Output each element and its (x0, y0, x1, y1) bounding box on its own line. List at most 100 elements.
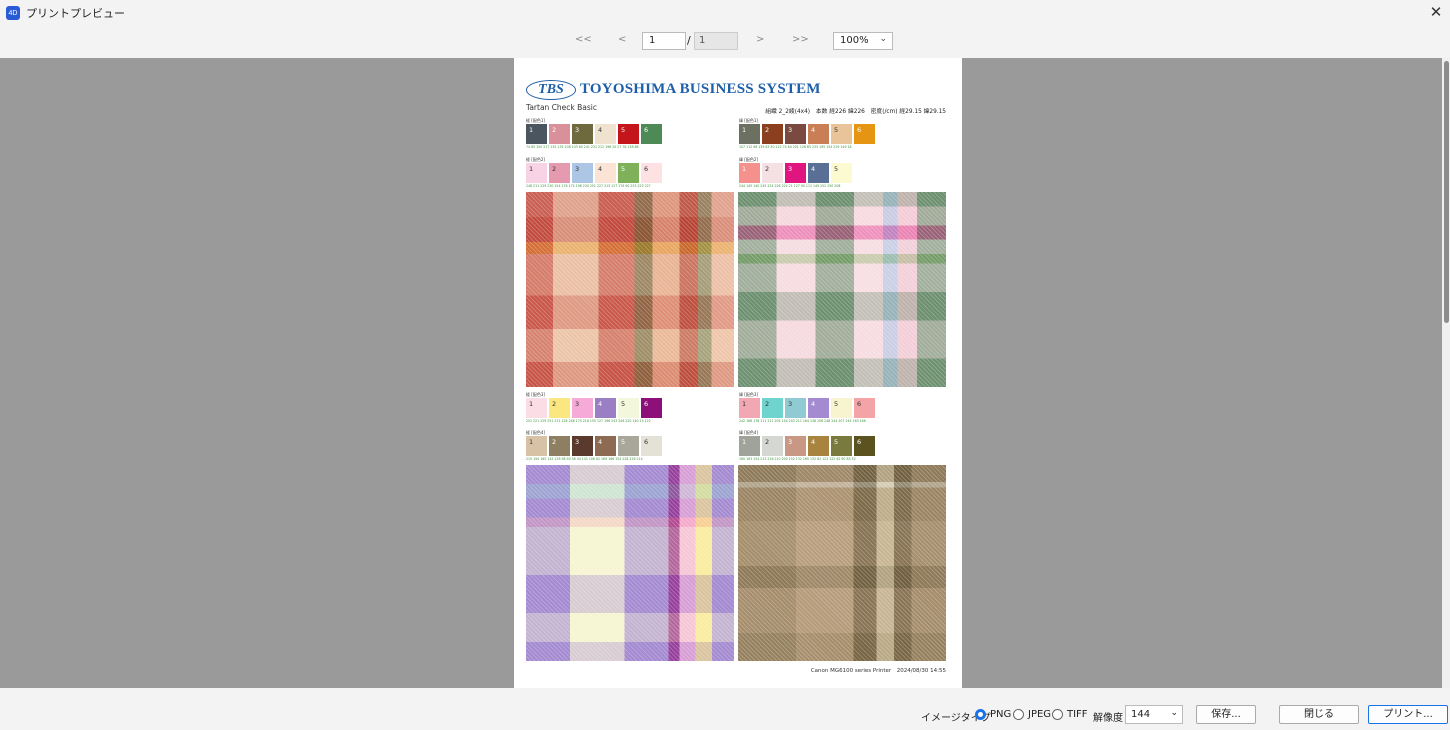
color-swatch: 3 (572, 398, 593, 418)
color-swatch: 2 (549, 163, 570, 183)
color-swatch: 1 (739, 398, 760, 418)
color-group: 緯 [配色1] 1 2 3 4 5 6 107 112 96 139 63 30 122 74… (739, 118, 875, 150)
rgb-codes: 160 163 154 213 216 210 200 152 132 169 … (739, 457, 856, 461)
swatch-number: 1 (529, 400, 534, 408)
swatch-number: 6 (644, 400, 649, 408)
swatch-number: 1 (742, 126, 747, 134)
rgb-codes: 251 221 229 251 231 128 246 170 216 155 … (526, 419, 651, 423)
color-swatch: 6 (641, 124, 662, 144)
swatch-number: 4 (598, 126, 603, 134)
vertical-scrollbar[interactable] (1442, 58, 1450, 688)
color-swatch: 3 (785, 436, 806, 456)
swatch-number: 6 (644, 126, 649, 134)
color-swatch: 2 (762, 163, 783, 183)
prev-page-button[interactable]: < (618, 34, 626, 45)
swatch-number: 4 (811, 438, 816, 446)
zoom-select[interactable]: 100% ⌄ (833, 32, 893, 50)
color-swatch: 2 (762, 436, 783, 456)
swatch-number: 4 (811, 126, 816, 134)
rgb-codes: 107 112 96 139 63 30 122 74 64 201 126 8… (739, 145, 852, 149)
chevron-down-icon: ⌄ (879, 34, 887, 44)
rgb-codes: 244 145 140 245 224 228 224 21 127 90 11… (739, 184, 841, 188)
swatch-number: 2 (765, 126, 770, 134)
swatch-number: 2 (765, 165, 770, 173)
app-icon: 4D (6, 6, 20, 20)
swatch-number: 4 (598, 165, 603, 173)
color-swatch: 5 (618, 436, 639, 456)
png-radio[interactable] (975, 709, 986, 720)
rgb-codes: 215 194 165 142 126 98 90 58 44 141 106 … (526, 457, 643, 461)
swatch-number: 6 (857, 400, 862, 408)
color-swatch: 4 (808, 163, 829, 183)
swatch-number: 3 (575, 438, 580, 446)
tartan-4-pattern (738, 465, 946, 661)
swatch-number: 3 (788, 126, 793, 134)
swatch-number: 6 (644, 165, 649, 173)
color-swatch: 6 (641, 436, 662, 456)
close-icon[interactable]: ✕ (1426, 2, 1446, 22)
swatch-number: 2 (765, 438, 770, 446)
color-group: 緯 [配色4] 1 2 3 4 5 6 160 163 154 213 216 210 200… (739, 430, 875, 462)
bottom-toolbar: イメージタイプ PNG JPEG TIFF 解像度 144 ⌄ 保存... 閉じ… (0, 688, 1450, 730)
page-number-input[interactable]: 1 (642, 32, 686, 50)
close-button[interactable]: 閉じる (1279, 705, 1359, 724)
swatch-row: 1 2 3 4 5 6 (739, 124, 875, 144)
jpeg-label[interactable]: JPEG (1028, 709, 1051, 720)
color-swatch: 2 (762, 124, 783, 144)
color-swatch: 1 (739, 163, 760, 183)
color-group: 経 [配色2] 1 2 3 4 5 6 248 211 229 230 154 176 174… (526, 157, 662, 189)
swatch-number: 3 (575, 165, 580, 173)
swatch-number: 5 (621, 400, 626, 408)
jpeg-radio[interactable] (1013, 709, 1024, 720)
color-swatch: 4 (595, 124, 616, 144)
preview-viewport[interactable]: TBS TOYOSHIMA BUSINESS SYSTEM Tartan Che… (0, 58, 1450, 688)
print-footer: Canon MG6100 series Printer 2024/08/30 1… (810, 668, 946, 674)
color-swatch: 2 (549, 398, 570, 418)
scrollbar-thumb[interactable] (1444, 61, 1449, 323)
color-swatch: 6 (854, 398, 875, 418)
color-swatch: 4 (808, 124, 829, 144)
resolution-select[interactable]: 144 ⌄ (1125, 705, 1183, 724)
color-swatch: 5 (831, 124, 852, 144)
color-group: 経 [配色3] 1 2 3 4 5 6 251 221 229 251 231 128 246… (526, 392, 662, 424)
color-swatch: 5 (831, 436, 852, 456)
color-swatch: 1 (526, 436, 547, 456)
color-swatch: 5 (618, 124, 639, 144)
color-swatch: 3 (785, 398, 806, 418)
swatch-number: 2 (765, 400, 770, 408)
tartan-2-pattern (738, 192, 946, 387)
resolution-value: 144 (1131, 709, 1151, 720)
swatch-number: 4 (811, 165, 816, 173)
swatch-number: 5 (621, 165, 626, 173)
color-group: 緯 [配色3] 1 2 3 4 5 6 242 168 178 111 212 205 144… (739, 392, 875, 424)
swatch-number: 3 (575, 126, 580, 134)
png-label[interactable]: PNG (990, 709, 1011, 720)
swatch-number: 3 (788, 438, 793, 446)
swatch-number: 2 (552, 438, 557, 446)
next-page-button[interactable]: > (756, 34, 764, 45)
color-swatch: 1 (526, 163, 547, 183)
zoom-value: 100% (840, 35, 869, 46)
last-page-button[interactable]: >> (792, 34, 809, 45)
swatch-number: 5 (834, 126, 839, 134)
swatch-row: 1 2 3 4 5 6 (739, 398, 875, 418)
swatch-number: 1 (529, 126, 534, 134)
first-page-button[interactable]: << (575, 34, 592, 45)
swatch-number: 1 (742, 165, 747, 173)
print-button[interactable]: プリント... (1368, 705, 1448, 724)
swatch-row: 1 2 3 4 5 6 (739, 436, 875, 456)
color-swatch: 6 (854, 436, 875, 456)
swatch-number: 4 (598, 400, 603, 408)
color-swatch: 4 (595, 398, 616, 418)
swatch-number: 1 (529, 165, 534, 173)
color-swatch: 2 (549, 436, 570, 456)
swatch-row: 1 2 3 4 5 (739, 163, 852, 183)
tiff-label[interactable]: TIFF (1067, 709, 1088, 720)
swatch-number: 5 (834, 165, 839, 173)
save-button[interactable]: 保存... (1196, 705, 1256, 724)
color-swatch: 1 (526, 398, 547, 418)
rgb-codes: 248 211 229 230 154 176 174 198 230 251 … (526, 184, 651, 188)
color-swatch: 5 (831, 163, 852, 183)
tiff-radio[interactable] (1052, 709, 1063, 720)
color-swatch: 1 (739, 124, 760, 144)
